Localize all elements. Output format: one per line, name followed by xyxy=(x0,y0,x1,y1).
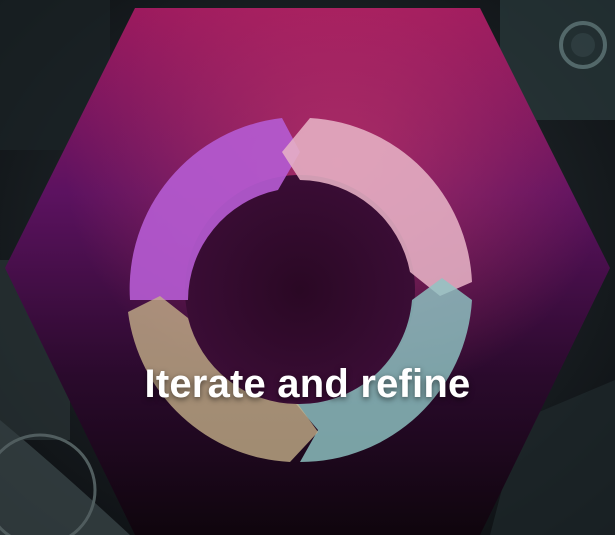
slide-scene xyxy=(0,0,615,535)
slide-caption: Iterate and refine xyxy=(144,362,471,406)
